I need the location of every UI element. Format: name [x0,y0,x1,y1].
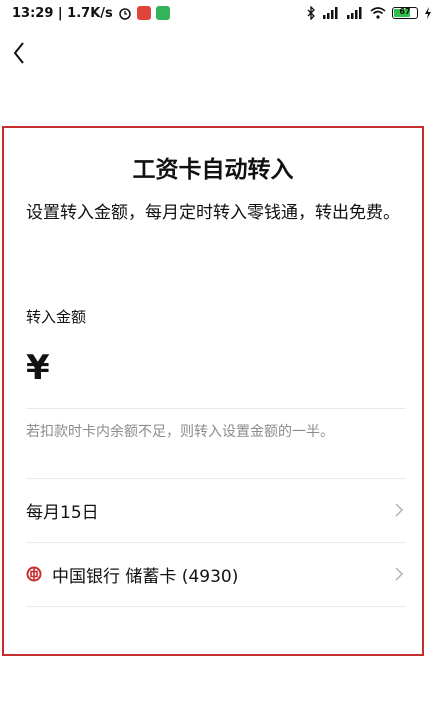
amount-input[interactable]: ¥ [26,340,396,396]
charging-icon [425,7,431,19]
amount-label: 转入金额 [26,308,87,326]
battery-icon: 67 [392,7,418,19]
status-left: 13:29 | 1.7K/s [12,6,170,21]
bank-card-row[interactable]: 中国银行 储蓄卡 (4930) [26,543,406,605]
bank-card-info: 中国银行 储蓄卡 (4930) [26,562,238,587]
alarm-icon [119,8,131,20]
divider [26,606,406,607]
currency-symbol: ¥ [26,348,50,388]
wifi-icon [370,7,386,19]
notification-app-icon [136,6,151,20]
hint-text: 若扣款时卡内余额不足，则转入设置金额的一半。 [26,424,334,440]
page-title: 工资卡自动转入 [132,157,294,183]
chevron-right-icon [395,503,404,517]
message-app-icon [155,6,170,20]
back-button[interactable] [4,38,34,68]
salary-card-panel: 工资卡自动转入 设置转入金额，每月定时转入零钱通，转出免费。 转入金额 ¥ 若扣… [2,126,424,656]
signal-hd-icon [347,7,362,19]
divider [26,408,406,409]
description: 设置转入金额，每月定时转入零钱通，转出免费。 [26,203,400,223]
bank-of-china-icon [26,566,42,582]
chevron-right-icon [395,567,404,581]
schedule-row[interactable]: 每月15日 [26,479,406,541]
status-right: 67 [306,6,432,20]
bank-card-label: 中国银行 储蓄卡 (4930) [52,566,239,587]
signal-icon [323,7,338,19]
bluetooth-icon [307,6,315,20]
status-bar: 13:29 | 1.7K/s 67 [0,0,442,26]
schedule-label: 每月15日 [26,502,99,523]
chevron-left-icon [13,42,24,64]
status-time: 13:29 | 1.7K/s [12,5,113,21]
battery-level: 67 [399,7,411,16]
